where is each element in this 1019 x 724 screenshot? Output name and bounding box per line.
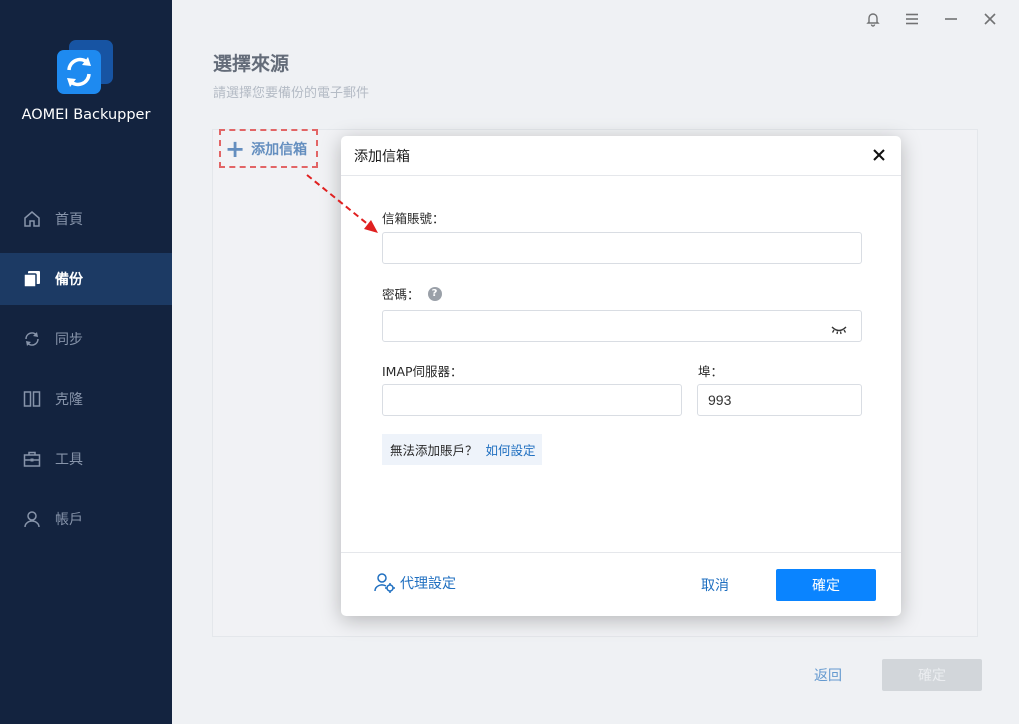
help-icon[interactable]: ? — [427, 286, 442, 301]
proxy-settings-button[interactable]: 代理設定 — [374, 572, 456, 594]
password-label: 密碼： — [382, 287, 420, 302]
sidebar-item-label: 備份 — [55, 272, 83, 288]
email-field[interactable] — [382, 232, 862, 264]
how-to-setup-link[interactable]: 如何設定 — [486, 440, 536, 459]
sidebar-item-tools[interactable]: 工具 — [0, 433, 172, 485]
sidebar-item-label: 克隆 — [55, 392, 83, 408]
sidebar-item-label: 首頁 — [55, 212, 83, 228]
sync-icon — [22, 329, 42, 349]
sidebar-item-sync[interactable]: 同步 — [0, 313, 172, 365]
ok-button[interactable]: 確定 — [776, 569, 876, 601]
sidebar-item-home[interactable]: 首頁 — [0, 193, 172, 245]
port-label: 埠： — [698, 364, 724, 379]
imap-server-field[interactable] — [382, 384, 682, 416]
backup-icon — [22, 269, 42, 289]
sidebar: AOMEI Backupper 首頁 備份 同步 克隆 工具 帳戶 — [0, 0, 172, 724]
dialog-footer: 代理設定 取消 確定 — [341, 552, 901, 616]
port-field[interactable] — [697, 384, 862, 416]
sidebar-item-backup[interactable]: 備份 — [0, 253, 172, 305]
sidebar-item-account[interactable]: 帳戶 — [0, 493, 172, 545]
add-mailbox-dialog: 添加信箱 信箱賬號： 密碼： ? IMAP伺服器： 埠： 無法添加賬戶？ 如何設… — [341, 136, 901, 616]
hint-box: 無法添加賬戶？ 如何設定 — [382, 434, 542, 465]
user-icon — [22, 509, 42, 529]
password-field[interactable] — [382, 310, 862, 342]
sidebar-item-label: 工具 — [55, 452, 83, 468]
cancel-button[interactable]: 取消 — [689, 569, 741, 601]
imap-label: IMAP伺服器： — [382, 364, 463, 379]
clone-icon — [22, 389, 42, 409]
eye-closed-icon[interactable] — [830, 321, 848, 335]
proxy-settings-label: 代理設定 — [400, 576, 456, 592]
sidebar-item-label: 同步 — [55, 332, 83, 348]
sidebar-item-label: 帳戶 — [55, 512, 83, 528]
dialog-title: 添加信箱 — [341, 136, 901, 176]
hint-text: 無法添加賬戶？ — [390, 443, 478, 458]
app-name: AOMEI Backupper — [21, 107, 151, 123]
email-label: 信箱賬號： — [382, 211, 445, 226]
toolbox-icon — [22, 449, 42, 469]
sidebar-item-clone[interactable]: 克隆 — [0, 373, 172, 425]
proxy-user-gear-icon — [374, 572, 396, 594]
close-icon[interactable] — [869, 145, 889, 165]
app-logo-icon — [55, 38, 115, 98]
password-label-row: 密碼： ? — [382, 284, 442, 303]
home-icon — [22, 209, 42, 229]
